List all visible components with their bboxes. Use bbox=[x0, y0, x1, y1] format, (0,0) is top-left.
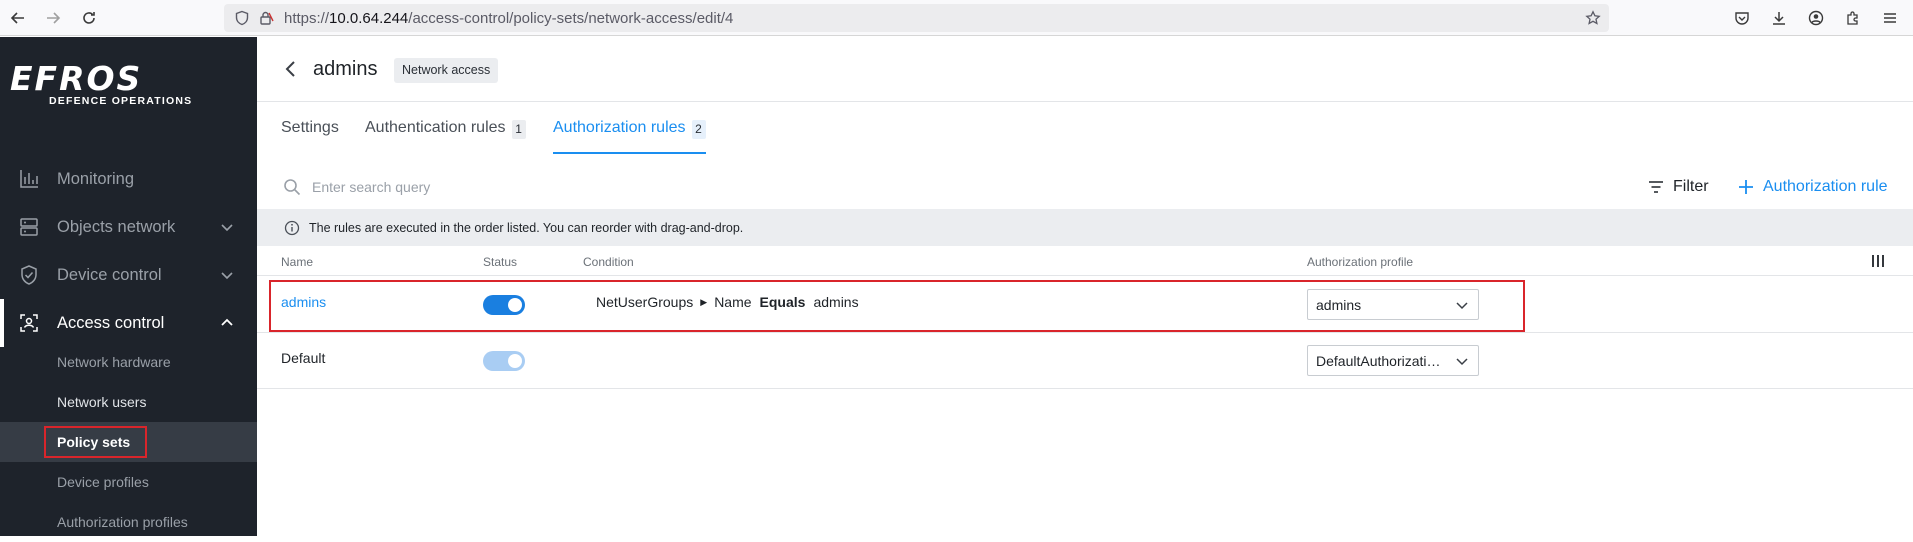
condition-operator: Equals bbox=[759, 294, 806, 310]
filter-button[interactable]: Filter bbox=[1647, 174, 1709, 200]
forward-icon[interactable] bbox=[38, 3, 68, 33]
sidebar-subitem-device-profiles[interactable]: Device profiles bbox=[0, 462, 257, 502]
tab-label: Authentication rules bbox=[365, 119, 506, 136]
chevron-up-icon[interactable] bbox=[219, 315, 235, 331]
column-header-authorization-profile[interactable]: Authorization profile bbox=[1307, 255, 1413, 269]
rule-condition[interactable]: NetUserGroups ▶ Name Equals admins bbox=[596, 294, 859, 310]
filter-icon bbox=[1649, 181, 1663, 193]
chevron-down-icon bbox=[1456, 302, 1468, 310]
add-rule-label: Authorization rule bbox=[1763, 178, 1888, 195]
extensions-icon[interactable] bbox=[1838, 4, 1868, 32]
shield-icon[interactable] bbox=[234, 10, 250, 26]
sidebar-subitem-authorization-profiles[interactable]: Authorization profiles bbox=[0, 502, 257, 542]
back-arrow-icon[interactable] bbox=[281, 59, 301, 79]
bar-chart-icon bbox=[17, 167, 41, 191]
filter-label: Filter bbox=[1673, 178, 1709, 195]
info-banner: The rules are executed in the order list… bbox=[257, 209, 1913, 246]
search-input[interactable] bbox=[312, 173, 912, 201]
sidebar-item-access-control[interactable]: Access control bbox=[0, 299, 257, 347]
lock-warning-icon[interactable] bbox=[258, 10, 274, 26]
account-icon[interactable] bbox=[1801, 4, 1831, 32]
shield-check-icon bbox=[17, 263, 41, 287]
tab-settings[interactable]: Settings bbox=[281, 119, 339, 157]
condition-field: Name bbox=[714, 294, 752, 310]
table-row[interactable]: admins NetUserGroups ▶ Name Equals admin… bbox=[257, 277, 1913, 333]
browser-toolbar: https://10.0.64.244/access-control/polic… bbox=[0, 0, 1913, 36]
pocket-icon[interactable] bbox=[1727, 4, 1757, 32]
main-content: admins Network access Settings Authentic… bbox=[257, 37, 1913, 536]
scan-user-icon bbox=[17, 311, 41, 335]
sidebar-subitem-policy-sets[interactable]: Policy sets bbox=[0, 422, 257, 462]
rules-toolbar: Filter Authorization rule bbox=[257, 164, 1913, 209]
condition-attribute: NetUserGroups bbox=[596, 294, 694, 310]
sidebar-subitem-network-users[interactable]: Network users bbox=[0, 382, 257, 422]
sidebar-item-device-control[interactable]: Device control bbox=[0, 251, 257, 299]
toggle-knob bbox=[508, 298, 522, 312]
sidebar-item-label: Objects network bbox=[57, 217, 176, 236]
logo-main-text: EFROS bbox=[10, 59, 143, 98]
sidebar-item-label: Monitoring bbox=[57, 169, 135, 188]
status-toggle-disabled bbox=[483, 351, 525, 371]
download-icon[interactable] bbox=[1764, 4, 1794, 32]
column-settings-icon[interactable] bbox=[1870, 253, 1886, 269]
back-icon[interactable] bbox=[3, 3, 33, 33]
page-title: admins bbox=[313, 58, 378, 80]
tab-label: Settings bbox=[281, 119, 339, 136]
caret-right-icon: ▶ bbox=[700, 296, 708, 307]
tab-count-badge: 1 bbox=[511, 120, 526, 139]
authorization-profile-select[interactable]: DefaultAuthorizationProfile bbox=[1307, 345, 1479, 376]
authorization-profile-select[interactable]: admins bbox=[1307, 289, 1479, 320]
selected-profile: admins bbox=[1316, 296, 1362, 313]
toggle-knob bbox=[508, 354, 522, 368]
condition-value: admins bbox=[813, 294, 859, 310]
policy-type-badge: Network access bbox=[394, 58, 499, 83]
column-header-condition[interactable]: Condition bbox=[583, 255, 634, 269]
status-toggle[interactable] bbox=[483, 295, 525, 315]
sidebar-subitem-label: Network hardware bbox=[57, 354, 171, 370]
table-row[interactable]: Default DefaultAuthorizationProfile bbox=[257, 333, 1913, 389]
tab-count-badge: 2 bbox=[691, 120, 706, 139]
table-header: Name Status Condition Authorization prof… bbox=[257, 246, 1913, 276]
active-tab-underline bbox=[553, 152, 706, 154]
active-indicator bbox=[0, 299, 4, 347]
sidebar-item-monitoring[interactable]: Monitoring bbox=[0, 155, 257, 203]
server-icon bbox=[17, 215, 41, 239]
sidebar-subitem-network-hardware[interactable]: Network hardware bbox=[0, 342, 257, 382]
info-icon bbox=[284, 220, 300, 235]
column-header-name[interactable]: Name bbox=[281, 255, 313, 269]
sidebar: EFROS DEFENCE OPERATIONS Monitoring Obje… bbox=[0, 37, 257, 536]
selection-highlight-box bbox=[44, 426, 147, 458]
chevron-down-icon[interactable] bbox=[219, 267, 235, 283]
reload-icon[interactable] bbox=[74, 3, 104, 33]
sidebar-subitem-label: Authorization profiles bbox=[57, 514, 188, 530]
menu-icon[interactable] bbox=[1875, 4, 1905, 32]
tab-bar: Settings Authentication rules 1 Authoriz… bbox=[257, 102, 1913, 164]
search-icon bbox=[284, 179, 301, 196]
sidebar-subitem-label: Device profiles bbox=[57, 474, 149, 490]
chevron-down-icon[interactable] bbox=[219, 219, 235, 235]
rule-name-link[interactable]: admins bbox=[281, 294, 326, 310]
bookmark-star-icon[interactable] bbox=[1585, 10, 1601, 26]
address-bar[interactable]: https://10.0.64.244/access-control/polic… bbox=[224, 4, 1609, 32]
chevron-down-icon bbox=[1456, 358, 1468, 366]
logo-sub-text: DEFENCE OPERATIONS bbox=[49, 95, 193, 107]
page-header: admins Network access bbox=[257, 37, 1913, 102]
rule-name: Default bbox=[281, 350, 326, 366]
column-header-status[interactable]: Status bbox=[483, 255, 517, 269]
sidebar-item-label: Device control bbox=[57, 265, 162, 284]
selected-profile: DefaultAuthorizationProfile bbox=[1316, 352, 1448, 369]
tab-label: Authorization rules bbox=[553, 119, 686, 136]
plus-icon bbox=[1739, 180, 1753, 194]
url-text[interactable]: https://10.0.64.244/access-control/polic… bbox=[284, 10, 733, 27]
sidebar-item-label: Access control bbox=[57, 313, 165, 332]
efros-logo[interactable]: EFROS DEFENCE OPERATIONS bbox=[10, 59, 192, 107]
sidebar-item-objects-network[interactable]: Objects network bbox=[0, 203, 257, 251]
tab-authentication-rules[interactable]: Authentication rules 1 bbox=[365, 119, 526, 157]
add-authorization-rule-button[interactable]: Authorization rule bbox=[1737, 174, 1888, 200]
sidebar-subitem-label: Network users bbox=[57, 394, 147, 410]
info-text: The rules are executed in the order list… bbox=[309, 220, 744, 235]
